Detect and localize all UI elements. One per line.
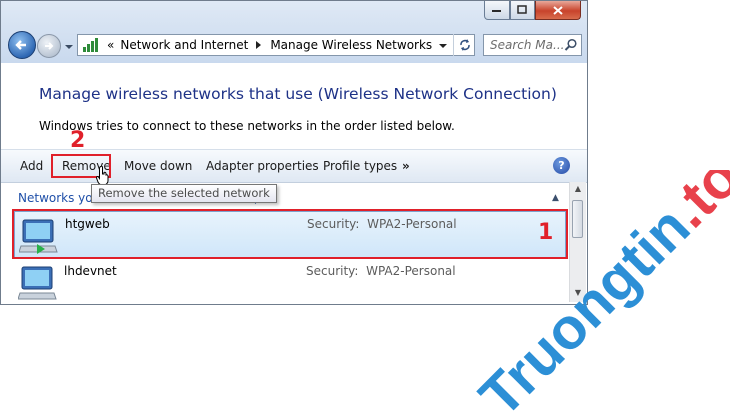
network-control-panel-icon [83, 38, 98, 52]
watermark-logo: Truongtin.top [467, 170, 730, 420]
more-commands-button[interactable]: » [402, 159, 410, 173]
move-down-button[interactable]: Move down [124, 159, 192, 173]
chevron-down-icon [65, 45, 73, 49]
group-header-start: Networks you [18, 191, 101, 205]
breadcrumb-network-and-internet[interactable]: Network and Internet [120, 38, 248, 52]
search-input[interactable]: Search Ma... [483, 34, 582, 56]
search-placeholder: Search Ma... [490, 38, 565, 52]
remove-tooltip: Remove the selected network [91, 184, 277, 203]
forward-arrow-icon [45, 42, 54, 50]
minimize-button[interactable] [484, 1, 510, 20]
add-button[interactable]: Add [20, 159, 43, 173]
minimize-icon [492, 10, 501, 12]
profile-types-button[interactable]: Profile types [323, 159, 397, 173]
watermark-text: Truongtin.top [467, 170, 730, 420]
page-title: Manage wireless networks that use (Wirel… [39, 85, 557, 103]
adapter-properties-button[interactable]: Adapter properties [206, 159, 319, 173]
network-security: Security: WPA2-Personal [306, 264, 456, 278]
breadcrumb-manage-wireless-networks[interactable]: Manage Wireless Networks [270, 38, 432, 52]
refresh-button[interactable] [453, 34, 475, 56]
search-icon[interactable] [564, 38, 578, 52]
step-2-label: 2 [70, 128, 86, 153]
network-name: lhdevnet [64, 264, 117, 278]
maximize-button[interactable] [510, 1, 535, 20]
back-button[interactable] [8, 31, 36, 59]
title-bar: « Network and Internet Manage Wireless N… [1, 1, 587, 63]
close-icon [553, 5, 563, 15]
address-bar[interactable]: « Network and Internet Manage Wireless N… [77, 34, 475, 56]
refresh-icon [459, 39, 470, 51]
page-description: Windows tries to connect to these networ… [39, 119, 455, 133]
address-dropdown-icon[interactable] [438, 42, 448, 50]
breadcrumb-separator-icon[interactable] [253, 40, 265, 50]
recent-pages-dropdown[interactable] [63, 39, 75, 53]
maximize-icon [517, 5, 527, 14]
hand-cursor-icon [96, 166, 109, 186]
back-arrow-icon [15, 40, 26, 50]
watermark-brand: Truongtin [467, 194, 702, 420]
close-button[interactable] [535, 1, 581, 20]
address-chevrons[interactable]: « [107, 38, 114, 52]
forward-button[interactable] [37, 34, 61, 58]
wireless-network-icon [18, 266, 57, 300]
